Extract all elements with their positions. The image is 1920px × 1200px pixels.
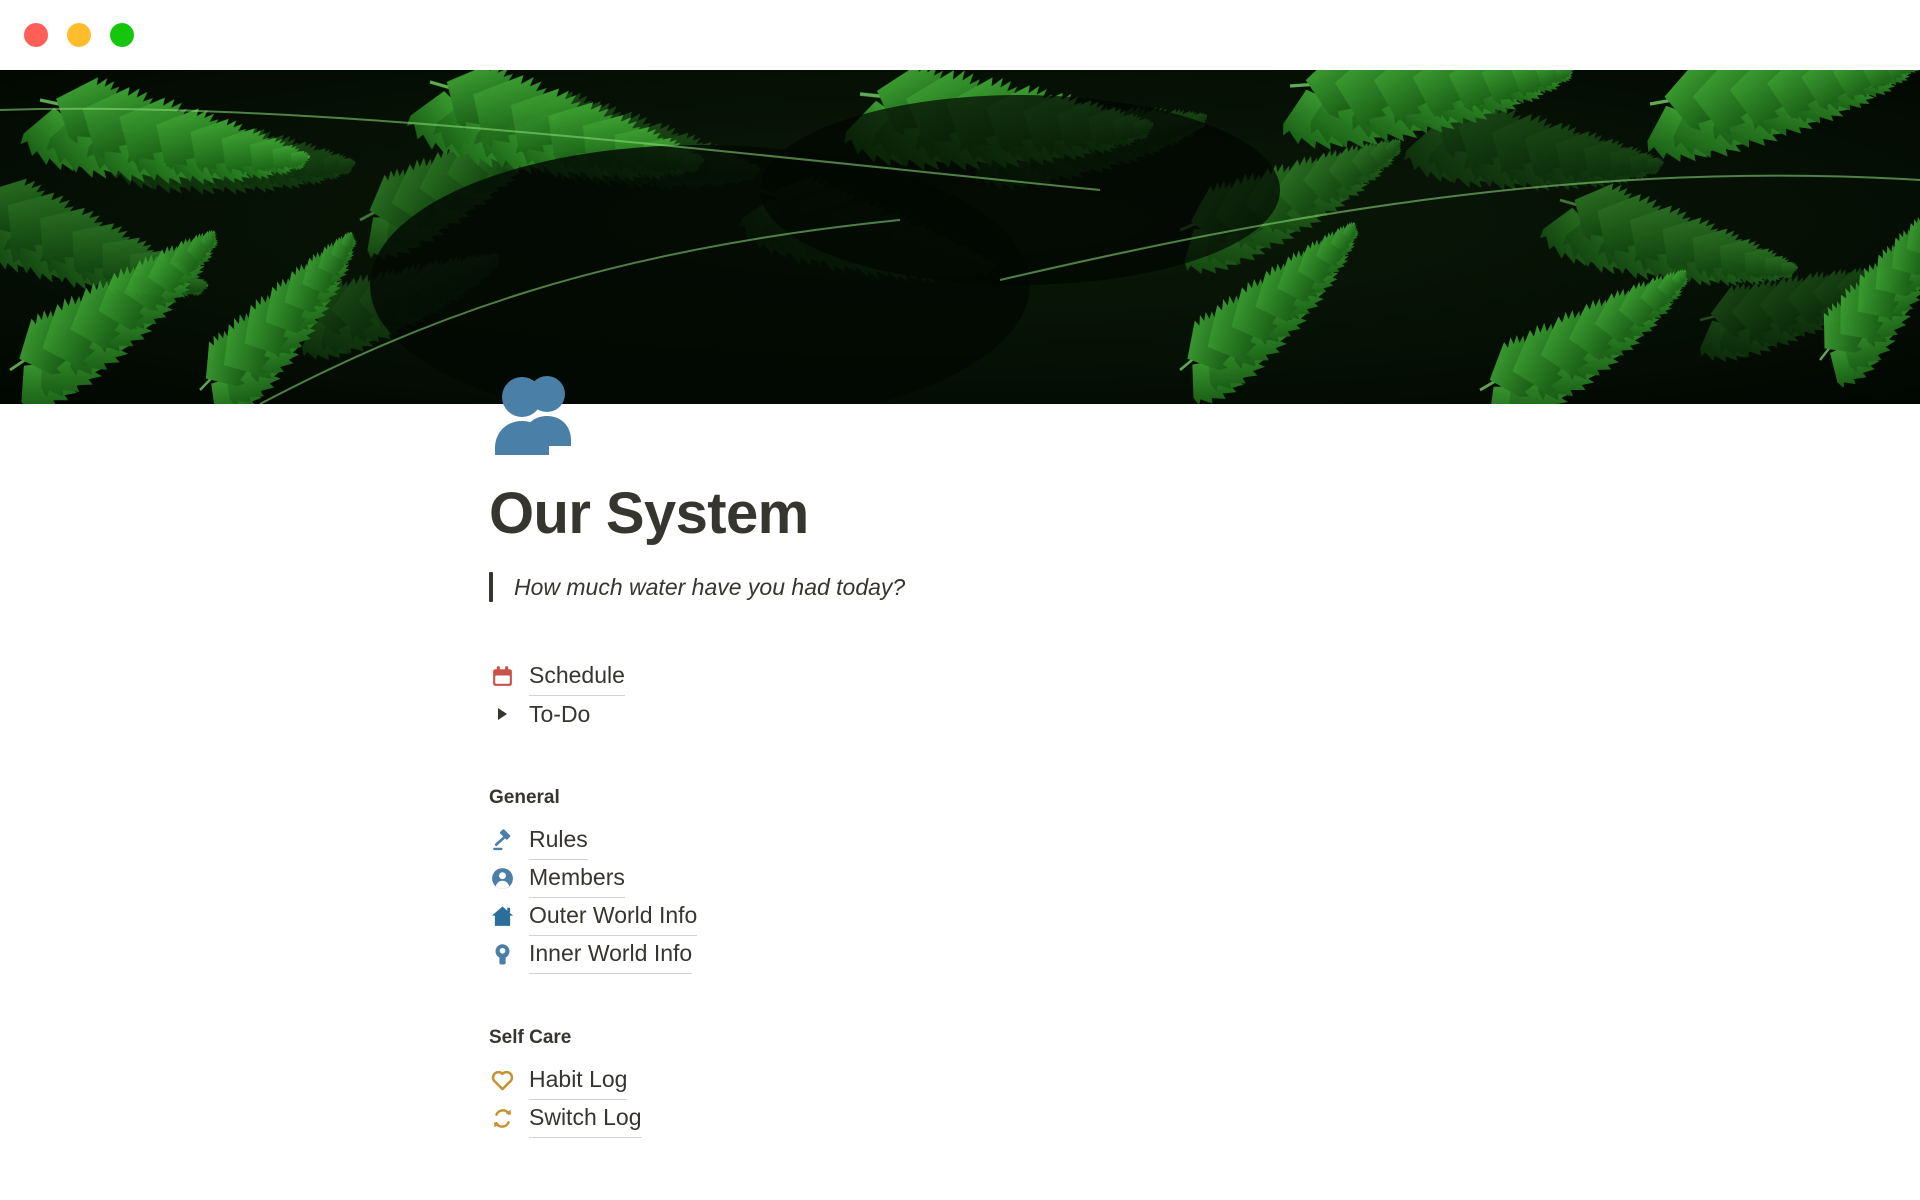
page-cover-image[interactable] [0, 70, 1920, 404]
minimize-window-button[interactable] [67, 23, 91, 47]
page-link-label: Inner World Info [529, 934, 693, 974]
keyhole-person-icon [489, 941, 515, 967]
quote-bar [489, 572, 493, 602]
calendar-icon [489, 663, 515, 689]
maximize-window-button[interactable] [110, 23, 134, 47]
quote-text: How much water have you had today? [514, 574, 906, 600]
page-link-label: Members [529, 858, 625, 898]
person-circle-icon [489, 865, 515, 891]
triangle-right-icon[interactable] [489, 701, 515, 727]
page-link-switch-log[interactable]: Switch Log [489, 1098, 1389, 1138]
page-link-label: Habit Log [529, 1060, 628, 1100]
heart-outline-icon [489, 1067, 515, 1093]
page-link-label: Rules [529, 820, 588, 860]
window-titlebar [0, 0, 1920, 70]
quote-block[interactable]: How much water have you had today? [489, 572, 905, 602]
page-link-rules[interactable]: Rules [489, 820, 1389, 860]
gavel-icon [489, 827, 515, 853]
page-title[interactable]: Our System [489, 482, 809, 546]
page-link-outer-world-info[interactable]: Outer World Info [489, 896, 1389, 936]
section-heading-general: General [489, 787, 560, 808]
page-body: Our System How much water have you had t… [0, 376, 1920, 1200]
page-link-label: Switch Log [529, 1098, 642, 1138]
page-link-inner-world-info[interactable]: Inner World Info [489, 934, 1389, 974]
page-link-schedule[interactable]: Schedule [489, 656, 1389, 696]
close-window-button[interactable] [24, 23, 48, 47]
toggle-block-to-do[interactable]: To-Do [489, 695, 1389, 733]
page-link-label: Schedule [529, 656, 625, 696]
house-icon [489, 903, 515, 929]
toggle-block-label: To-Do [529, 701, 591, 727]
busts-in-silhouette-icon[interactable] [489, 364, 585, 460]
page-links-list: Schedule To-Do General Rules Members Out… [489, 656, 1389, 1138]
traffic-lights [24, 23, 134, 47]
page-link-habit-log[interactable]: Habit Log [489, 1060, 1389, 1100]
page-link-members[interactable]: Members [489, 858, 1389, 898]
page-link-label: Outer World Info [529, 896, 698, 936]
repeat-arrows-icon [489, 1105, 515, 1131]
section-heading-self-care: Self Care [489, 1027, 572, 1048]
